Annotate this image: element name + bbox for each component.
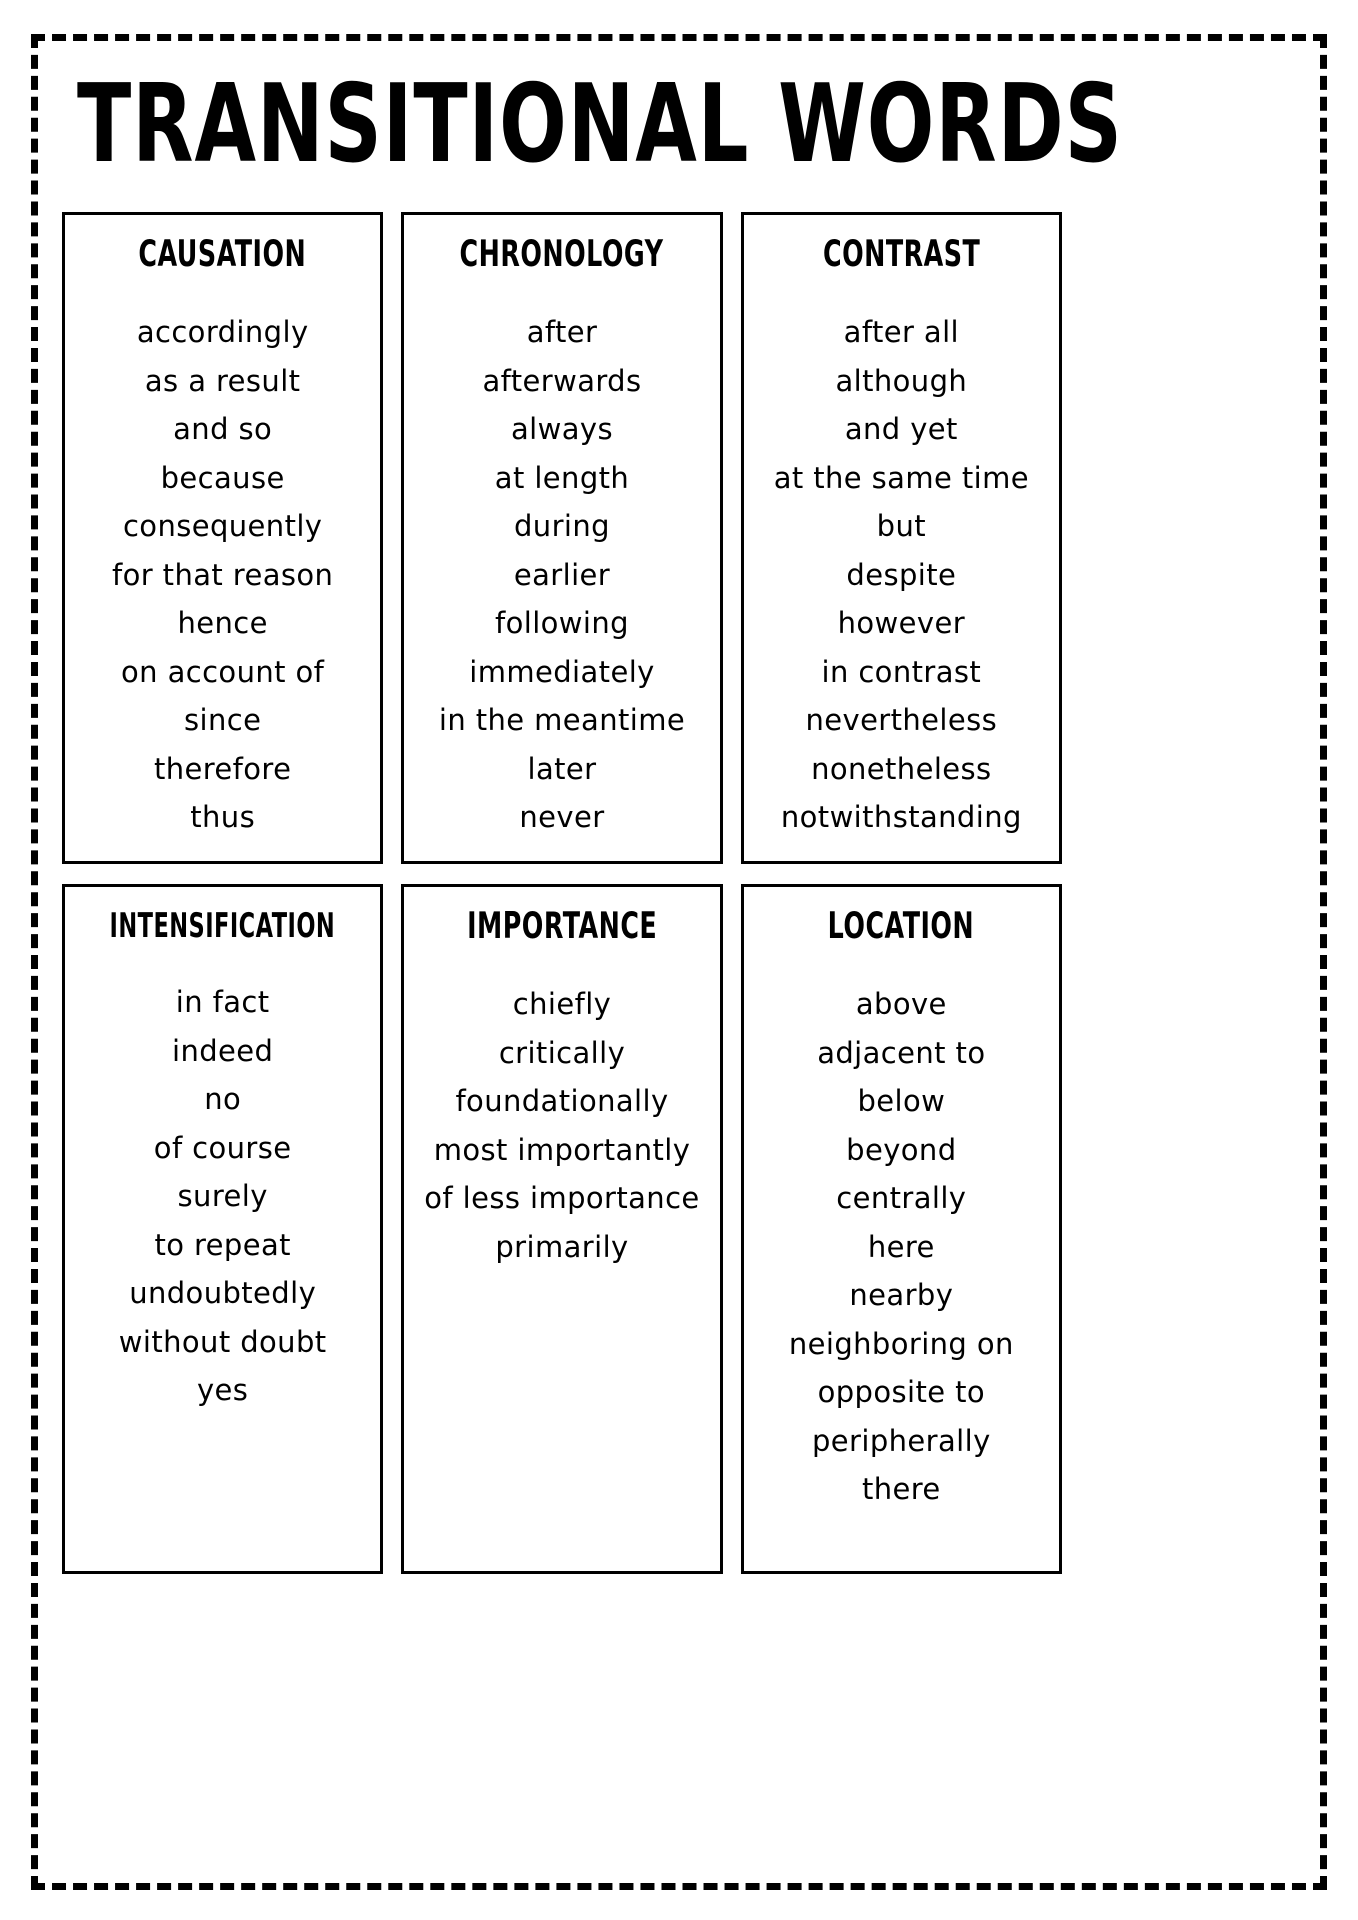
word-item: always [510, 412, 613, 446]
content-area: TRANSITIONAL WORDS CAUSATION accordingly… [62, 50, 1123, 1574]
page-title: TRANSITIONAL WORDS [77, 61, 1123, 188]
word-item: critically [498, 1035, 626, 1070]
category-card-contrast: CONTRAST after all although and yet at t… [740, 212, 1062, 864]
worksheet-page: TRANSITIONAL WORDS CAUSATION accordingly… [0, 0, 1358, 1920]
word-item: centrally [836, 1181, 967, 1215]
word-item: in contrast [821, 654, 982, 689]
word-list-intensification: in fact indeed no of course surely to re… [71, 978, 374, 1415]
word-item: at the same time [773, 460, 1029, 495]
word-list-importance: chiefly critically foundationally most i… [410, 980, 713, 1271]
word-item: although [835, 363, 968, 398]
category-heading-chronology: CHRONOLOGY [459, 233, 664, 276]
word-item: beyond [846, 1132, 957, 1167]
word-item: indeed [171, 1033, 274, 1068]
word-item: of course [153, 1130, 292, 1165]
word-item: adjacent to [817, 1035, 986, 1070]
word-item: after [526, 315, 598, 349]
word-item: yes [197, 1373, 249, 1407]
word-item: despite [846, 557, 957, 592]
word-item: and so [173, 412, 273, 446]
category-grid: CAUSATION accordingly as a result and so… [62, 212, 1062, 1574]
word-item: as a result [144, 363, 301, 398]
word-item: nevertheless [805, 703, 998, 737]
category-card-chronology: CHRONOLOGY after afterwards always at le… [401, 212, 723, 864]
word-item: never [519, 800, 605, 834]
word-list-location: above adjacent to below beyond centrally… [750, 980, 1053, 1514]
word-item: following [495, 606, 629, 640]
word-item: however [837, 606, 966, 640]
word-item: primarily [495, 1229, 629, 1264]
word-item: here [867, 1229, 935, 1264]
word-list-contrast: after all although and yet at the same t… [750, 308, 1053, 842]
word-item: most importantly [433, 1132, 691, 1167]
word-item: nonetheless [811, 751, 992, 786]
category-heading-importance: IMPORTANCE [466, 905, 658, 948]
category-card-intensification: INTENSIFICATION in fact indeed no of cou… [62, 884, 384, 1574]
word-item: during [514, 509, 610, 543]
category-card-importance: IMPORTANCE chiefly critically foundation… [401, 884, 723, 1574]
word-item: peripherally [812, 1423, 991, 1458]
word-item: to repeat [154, 1227, 291, 1262]
word-item: there [861, 1472, 941, 1506]
category-heading-contrast: CONTRAST [822, 233, 980, 276]
category-card-causation: CAUSATION accordingly as a result and so… [62, 212, 384, 864]
word-item: without doubt [118, 1324, 327, 1359]
word-item: afterwards [482, 363, 642, 398]
category-heading-causation: CAUSATION [138, 233, 307, 276]
word-item: of less importance [424, 1181, 700, 1215]
word-item: opposite to [817, 1375, 986, 1409]
word-item: in the meantime [438, 703, 686, 737]
word-item: accordingly [136, 315, 309, 349]
word-item: above [855, 987, 947, 1021]
word-item: at length [494, 460, 630, 495]
word-item: in fact [175, 985, 270, 1019]
word-item: and yet [844, 412, 958, 446]
word-item: because [160, 460, 285, 495]
word-item: notwithstanding [780, 800, 1022, 834]
word-item: neighboring on [788, 1326, 1014, 1361]
word-item: chiefly [512, 987, 612, 1021]
category-heading-intensification: INTENSIFICATION [109, 906, 336, 945]
word-item: foundationally [455, 1084, 669, 1118]
word-item: for that reason [111, 557, 334, 592]
word-item: immediately [469, 654, 655, 689]
word-item: undoubtedly [129, 1276, 317, 1310]
word-item: therefore [153, 751, 292, 786]
word-list-causation: accordingly as a result and so because c… [71, 308, 374, 842]
word-item: later [527, 751, 597, 786]
word-item: since [183, 703, 262, 737]
word-item: on account of [121, 654, 325, 689]
word-item: after all [843, 315, 959, 349]
word-item: no [204, 1082, 242, 1116]
word-item: below [857, 1084, 946, 1118]
word-item: consequently [122, 509, 323, 543]
word-item: nearby [849, 1278, 954, 1312]
word-item: hence [177, 606, 268, 640]
word-list-chronology: after afterwards always at length during… [410, 308, 713, 842]
word-item: earlier [513, 557, 611, 592]
word-item: thus [190, 800, 256, 834]
word-item: but [876, 509, 926, 543]
category-heading-location: LOCATION [828, 905, 975, 948]
category-card-location: LOCATION above adjacent to below beyond … [740, 884, 1062, 1574]
word-item: surely [177, 1179, 268, 1213]
